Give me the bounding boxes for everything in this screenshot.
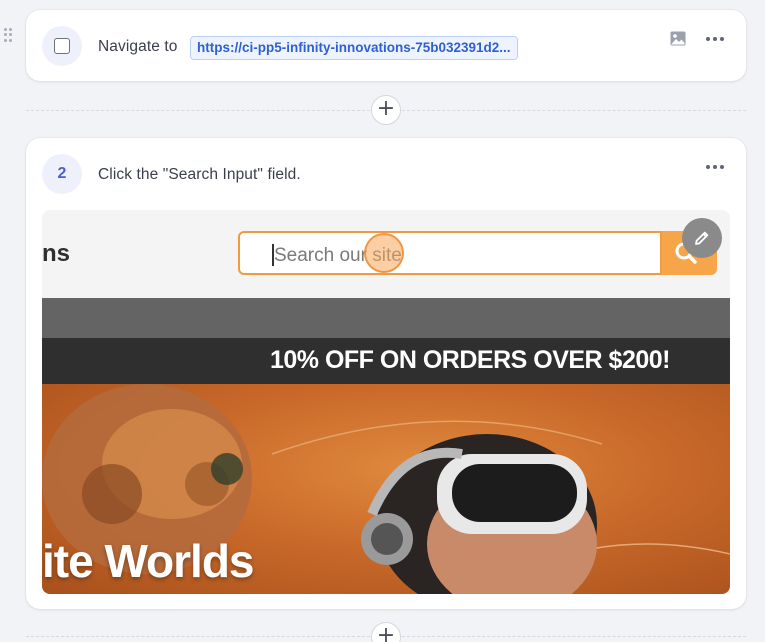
promo-text: 10% OFF ON ORDERS OVER $200! (269, 346, 671, 374)
step-2-marker: 2 (42, 154, 82, 194)
search-input[interactable]: Search our site (238, 231, 662, 275)
pencil-icon (695, 231, 709, 245)
hero-heading-fragment: ite Worlds (42, 535, 255, 587)
add-step-button[interactable]: + (371, 95, 401, 125)
site-brand-fragment: ns (42, 240, 71, 267)
site-header: ns Search our site (42, 210, 730, 298)
step-1-more-icon[interactable] (705, 34, 725, 44)
step-screenshot[interactable]: ns Search our site 10% OFF ON ORDERS OVE… (42, 210, 730, 594)
click-target-marker (364, 233, 404, 273)
site-nav-band (42, 298, 730, 338)
step-1-url-chip[interactable]: https://ci-pp5-infinity-innovations-75b0… (190, 36, 518, 60)
image-icon[interactable] (670, 31, 686, 46)
edit-screenshot-button[interactable] (682, 218, 722, 258)
step-number: 2 (57, 165, 67, 182)
plus-icon: + (376, 623, 396, 642)
promo-banner: 10% OFF ON ORDERS OVER $200! (42, 338, 730, 384)
drag-handle-icon[interactable] (4, 28, 14, 42)
step-checkbox[interactable] (54, 38, 70, 54)
step-2-more-icon[interactable] (705, 162, 725, 172)
workflow-editor: Navigate to https://ci-pp5-infinity-inno… (0, 0, 765, 642)
step-1-marker (42, 26, 82, 66)
add-step-button[interactable]: + (371, 622, 401, 642)
plus-icon: + (376, 96, 396, 121)
hero-banner: ite Worlds (42, 384, 730, 594)
step-2-action-text: Click the "Search Input" field. (98, 166, 301, 183)
step-1-action-text: Navigate to (98, 38, 178, 55)
step-card-2: 2 Click the "Search Input" field. ns Sea… (26, 138, 746, 609)
step-card-1: Navigate to https://ci-pp5-infinity-inno… (26, 10, 746, 81)
